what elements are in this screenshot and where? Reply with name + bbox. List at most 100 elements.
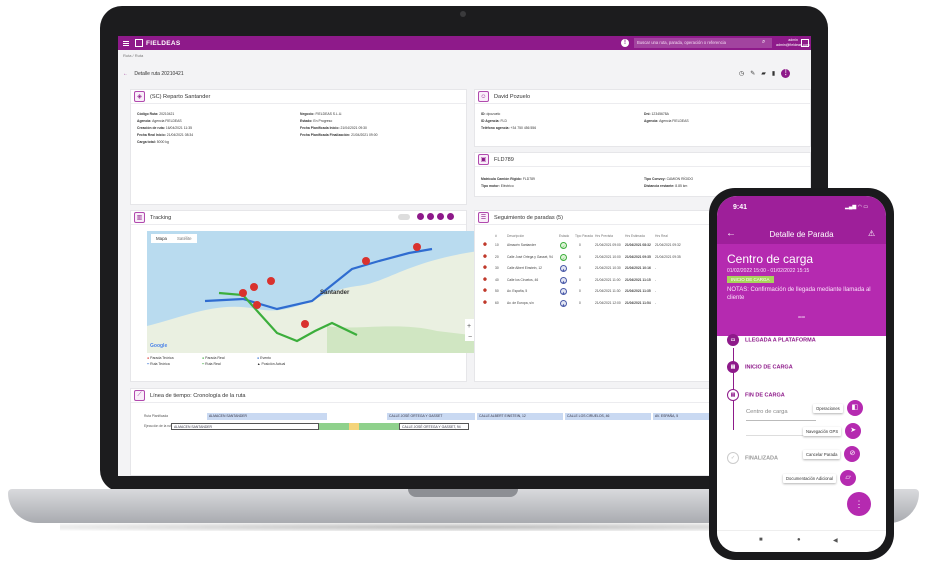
back-icon[interactable]: ◀ (833, 537, 838, 544)
check-step-icon: ✓ (727, 452, 739, 464)
search-input[interactable]: Buscar una ruta, parada, operación o ref… (634, 38, 772, 48)
timeline-actual-bar[interactable]: ALMACEN SANTANDER (171, 423, 319, 430)
tracking-toggle[interactable] (398, 214, 410, 220)
stop-planned-time: 21/04/2021 09:00 (595, 243, 621, 247)
driver-card-header: ☺ David Pozuelo (475, 90, 810, 104)
timeline-segment-yellow (349, 423, 359, 430)
pin-filter-icon[interactable] (427, 213, 434, 220)
user-email: admin@fieldeas.com (776, 42, 810, 47)
step-load-start[interactable]: ▤ INICIO DE CARGA (727, 361, 793, 373)
stops-title: Seguimiento de paradas (5) (494, 214, 564, 221)
timeline-planned-bar[interactable]: ALMACEN SANTANDER (207, 413, 327, 420)
route-field: Negocio: FIELDEAS S.L.U. (300, 112, 343, 116)
route-field: Estado: En Progreso (300, 119, 333, 123)
phone-nav-bar: ← Detalle de Parada ⚠ (717, 228, 886, 242)
stop-pin-icon: ⬤ (483, 288, 487, 292)
tracking-card: ▥ Tracking Mapa Satélite + − Santander G… (130, 210, 479, 382)
more-dots[interactable]: ooo (717, 314, 886, 319)
route-field: Código Ruta: 20210421 (137, 112, 175, 116)
stop-estimated-time: 21/04/2021 08:32 (625, 243, 651, 247)
back-arrow-icon[interactable]: ← (123, 71, 128, 77)
recent-apps-icon[interactable]: ■ (759, 537, 763, 543)
stop-marker (250, 283, 258, 291)
app-logo[interactable]: FIELDEAS (146, 40, 181, 47)
edit-icon[interactable]: ✎ (750, 70, 755, 77)
stop-description: Calle Albert Einstein, 12 (507, 266, 543, 270)
more-icon[interactable]: ⋮ (781, 69, 791, 78)
driver-field: ID Agencia: FLD (481, 119, 507, 123)
legend-theoretical-stop: ● Parada Teórica (147, 356, 174, 360)
folder-icon[interactable]: ▰ (761, 70, 766, 77)
driver-title: David Pozuelo (494, 93, 531, 100)
route-title: (SC) Reparto Santander (150, 93, 211, 100)
timeline-actual-bar[interactable]: CALLE JOSÉ ORTEGA Y GASSET, 94 (399, 423, 469, 430)
driver-field: Teléfono agencia: +34 750 456 556 (481, 126, 537, 130)
timeline-planned-bar[interactable]: CALLE JOSÉ ORTEGA Y GASSET (387, 413, 475, 420)
tab-mapa[interactable]: Mapa (151, 234, 172, 243)
tracking-icon: ▥ (134, 212, 145, 223)
map-canvas: + − (147, 231, 479, 353)
alert-icon[interactable]: ! (621, 39, 629, 47)
stop-description: Calle José Ortega y Gasset, 94 (507, 254, 553, 259)
stop-estimated-time: 21/04/2021 11:15 (625, 277, 651, 282)
route-card: ◈ (SC) Reparto Santander Código Ruta: 20… (130, 89, 467, 205)
tracking-title: Tracking (150, 214, 172, 221)
breadcrumb[interactable]: Ruta / Ruta (123, 53, 143, 58)
vehicle-field: Matrícula Camión Rígido: FLD789 (481, 177, 535, 181)
stops-icon: ☰ (478, 212, 489, 223)
route-field: Agencia: Agencia FIELDEAS (137, 119, 182, 123)
load-center-field[interactable]: Centro de carga (746, 409, 816, 421)
filter-icon[interactable] (417, 213, 424, 220)
stop-real-time: - (655, 300, 657, 305)
action-operations[interactable]: Operaciones ◧ (813, 400, 863, 416)
route-field: Fecha Planificada Finalización: 21/04/20… (300, 133, 378, 137)
action-documents[interactable]: Documentación Adicional ▱ (783, 470, 857, 486)
vehicle-card-header: ▣ FLD789 (475, 153, 810, 167)
more-actions-button[interactable]: ⋮ (847, 492, 871, 516)
user-avatar[interactable] (801, 39, 809, 47)
action-cancel[interactable]: Cancelar Parada ⊘ (803, 446, 861, 462)
step-arrival[interactable]: ▭ LLEGADA A PLATAFORMA (727, 334, 816, 346)
clock-icon[interactable]: ◷ (739, 70, 744, 77)
home-icon[interactable]: ● (797, 537, 801, 543)
stop-estimated-time: 21/04/2021 11:35 (625, 289, 651, 293)
zoom-out-icon: − (468, 334, 472, 341)
legend-theoretical-route: ━ Ruta Teórica (147, 362, 170, 366)
refresh-icon[interactable] (447, 213, 454, 220)
page-actions: ◷ ✎ ▰ ▮ ⋮ (739, 69, 791, 78)
timeline-planned-bar[interactable]: CALLE LOS CIRUELOS, 46 (565, 413, 651, 420)
tab-satelite[interactable]: Satélite (172, 234, 197, 243)
map-type-tabs: Mapa Satélite (151, 234, 197, 243)
warning-icon[interactable]: ⚠ (868, 229, 875, 238)
park-area (327, 326, 479, 353)
stop-marker (301, 320, 309, 328)
legend-real-stop: ● Parada Real (202, 356, 225, 360)
actual-row-label: Ejecución de la ruta (144, 424, 173, 428)
stop-description: Calle los Ciruelos, 46 (507, 277, 539, 282)
laptop-screen: FIELDEAS ! Buscar una ruta, parada, oper… (118, 36, 811, 476)
navigation-icon: ➤ (845, 423, 862, 439)
stop-description: Av. España, 5 (507, 289, 528, 293)
map-view[interactable]: Mapa Satélite + − Santander Google (147, 231, 479, 353)
timeline-segment-green (359, 423, 399, 430)
timeline-title: Línea de tiempo: Cronología de la ruta (150, 392, 246, 399)
document-icon[interactable]: ▮ (772, 70, 775, 77)
timeline-planned-bar[interactable]: CALLE ALBERT EINSTEIN, 12 (477, 413, 563, 420)
google-logo: Google (150, 343, 168, 349)
laptop-notch (408, 489, 518, 497)
menu-icon[interactable] (123, 40, 129, 46)
search-icon[interactable]: ⌕ (762, 39, 765, 46)
action-gps[interactable]: Navegación GPS ➤ (803, 423, 862, 439)
load-end-step-icon: ▤ (727, 389, 739, 401)
route-field: Carga total: 5000 kg (137, 140, 169, 144)
step-finished[interactable]: ✓ FINALIZADA (727, 452, 778, 464)
laptop-camera (460, 11, 466, 17)
route-icon: ◈ (134, 91, 145, 102)
phone-nav-title: Detalle de Parada (769, 230, 834, 239)
status-pending-icon: ▲ (560, 265, 567, 272)
zoom-in-icon: + (467, 323, 471, 330)
step-load-end[interactable]: ▤ FIN DE CARGA (727, 389, 785, 401)
layers-icon[interactable] (437, 213, 444, 220)
user-info[interactable]: admin admin@fieldeas.com (776, 38, 810, 47)
logo-icon (135, 39, 143, 47)
